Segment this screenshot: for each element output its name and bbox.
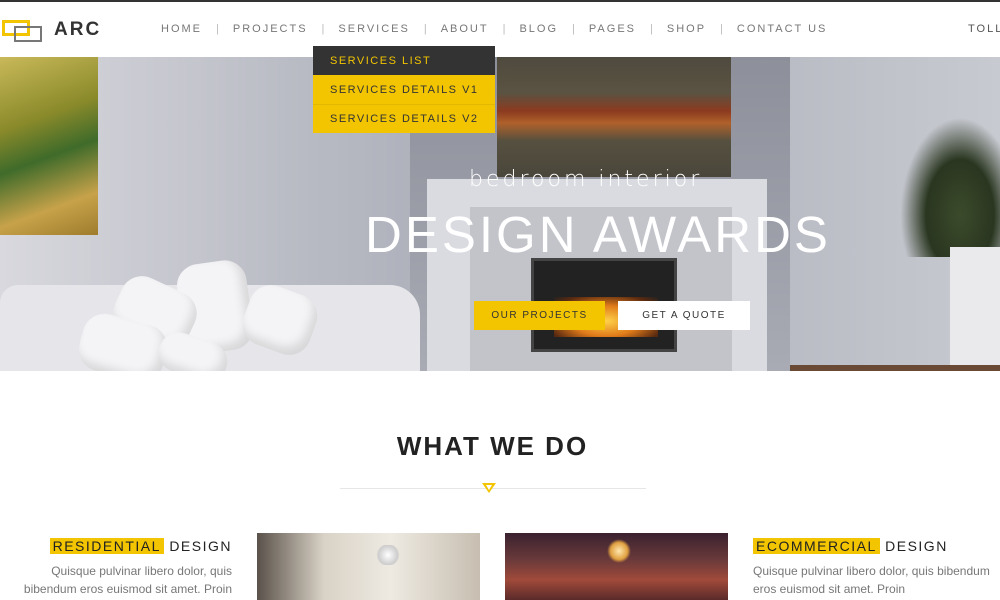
main-nav: HOME | PROJECTS | SERVICES | ABOUT | BLO… xyxy=(161,23,827,35)
logo-text: ARC xyxy=(54,19,102,40)
nav-separator: | xyxy=(650,23,653,35)
service-image-restaurant[interactable] xyxy=(505,533,728,600)
service-heading[interactable]: ECOMMERCIAL DESIGN xyxy=(753,538,993,554)
service-card-ecommercial: ECOMMERCIAL DESIGN Quisque pulvinar libe… xyxy=(753,538,993,598)
dropdown-item-services-details-v1[interactable]: SERVICES DETAILS V1 xyxy=(313,75,495,104)
service-description: Quisque pulvinar libero dolor, quis bibe… xyxy=(23,564,232,596)
services-dropdown: SERVICES LIST SERVICES DETAILS V1 SERVIC… xyxy=(313,46,495,133)
toll-free-label: TOLL xyxy=(968,23,1000,35)
nav-separator: | xyxy=(720,23,723,35)
get-a-quote-button[interactable]: GET A QUOTE xyxy=(618,301,750,330)
hero-painting-center xyxy=(497,57,731,177)
hero-title: DESIGN AWARDS xyxy=(365,206,831,263)
section-title: WHAT WE DO xyxy=(396,431,589,461)
logo-mark-icon xyxy=(2,18,44,42)
nav-services[interactable]: SERVICES xyxy=(338,23,409,35)
nav-pages[interactable]: PAGES xyxy=(589,23,636,35)
service-image-lobby[interactable] xyxy=(257,533,480,600)
logo[interactable]: ARC xyxy=(2,18,101,42)
nav-blog[interactable]: BLOG xyxy=(519,23,558,35)
nav-shop[interactable]: SHOP xyxy=(667,23,706,35)
nav-separator: | xyxy=(321,23,325,35)
nav-separator: | xyxy=(423,23,427,35)
hero-plant-pot xyxy=(950,247,1000,371)
service-heading[interactable]: RESIDENTIAL DESIGN xyxy=(17,538,232,554)
nav-separator: | xyxy=(216,23,219,35)
our-projects-button[interactable]: OUR PROJECTS xyxy=(474,301,605,330)
nav-home[interactable]: HOME xyxy=(161,23,202,35)
hero-subtitle: bedroom interior xyxy=(469,167,703,192)
service-description: Quisque pulvinar libero dolor, quis bibe… xyxy=(753,564,990,596)
site-header: ARC HOME | PROJECTS | SERVICES | ABOUT |… xyxy=(0,0,1000,57)
hero-painting-left xyxy=(0,57,98,235)
triangle-down-icon xyxy=(482,483,496,493)
hero-plant xyxy=(900,117,1000,257)
service-heading-rest: DESIGN xyxy=(169,538,232,554)
service-heading-highlight: RESIDENTIAL xyxy=(49,538,164,554)
nav-about[interactable]: ABOUT xyxy=(441,23,489,35)
service-heading-highlight: ECOMMERCIAL xyxy=(753,538,880,554)
nav-separator: | xyxy=(502,23,506,35)
hero-floor xyxy=(790,365,1000,371)
dropdown-item-services-details-v2[interactable]: SERVICES DETAILS V2 xyxy=(313,104,495,133)
nav-contact-us[interactable]: CONTACT US xyxy=(737,23,828,35)
dropdown-item-services-list[interactable]: SERVICES LIST xyxy=(313,46,495,75)
nav-separator: | xyxy=(572,23,575,35)
service-card-residential: RESIDENTIAL DESIGN Quisque pulvinar libe… xyxy=(17,538,232,598)
service-heading-rest: DESIGN xyxy=(885,538,948,554)
nav-projects[interactable]: PROJECTS xyxy=(233,23,308,35)
hero-banner: bedroom interior DESIGN AWARDS OUR PROJE… xyxy=(0,57,1000,371)
